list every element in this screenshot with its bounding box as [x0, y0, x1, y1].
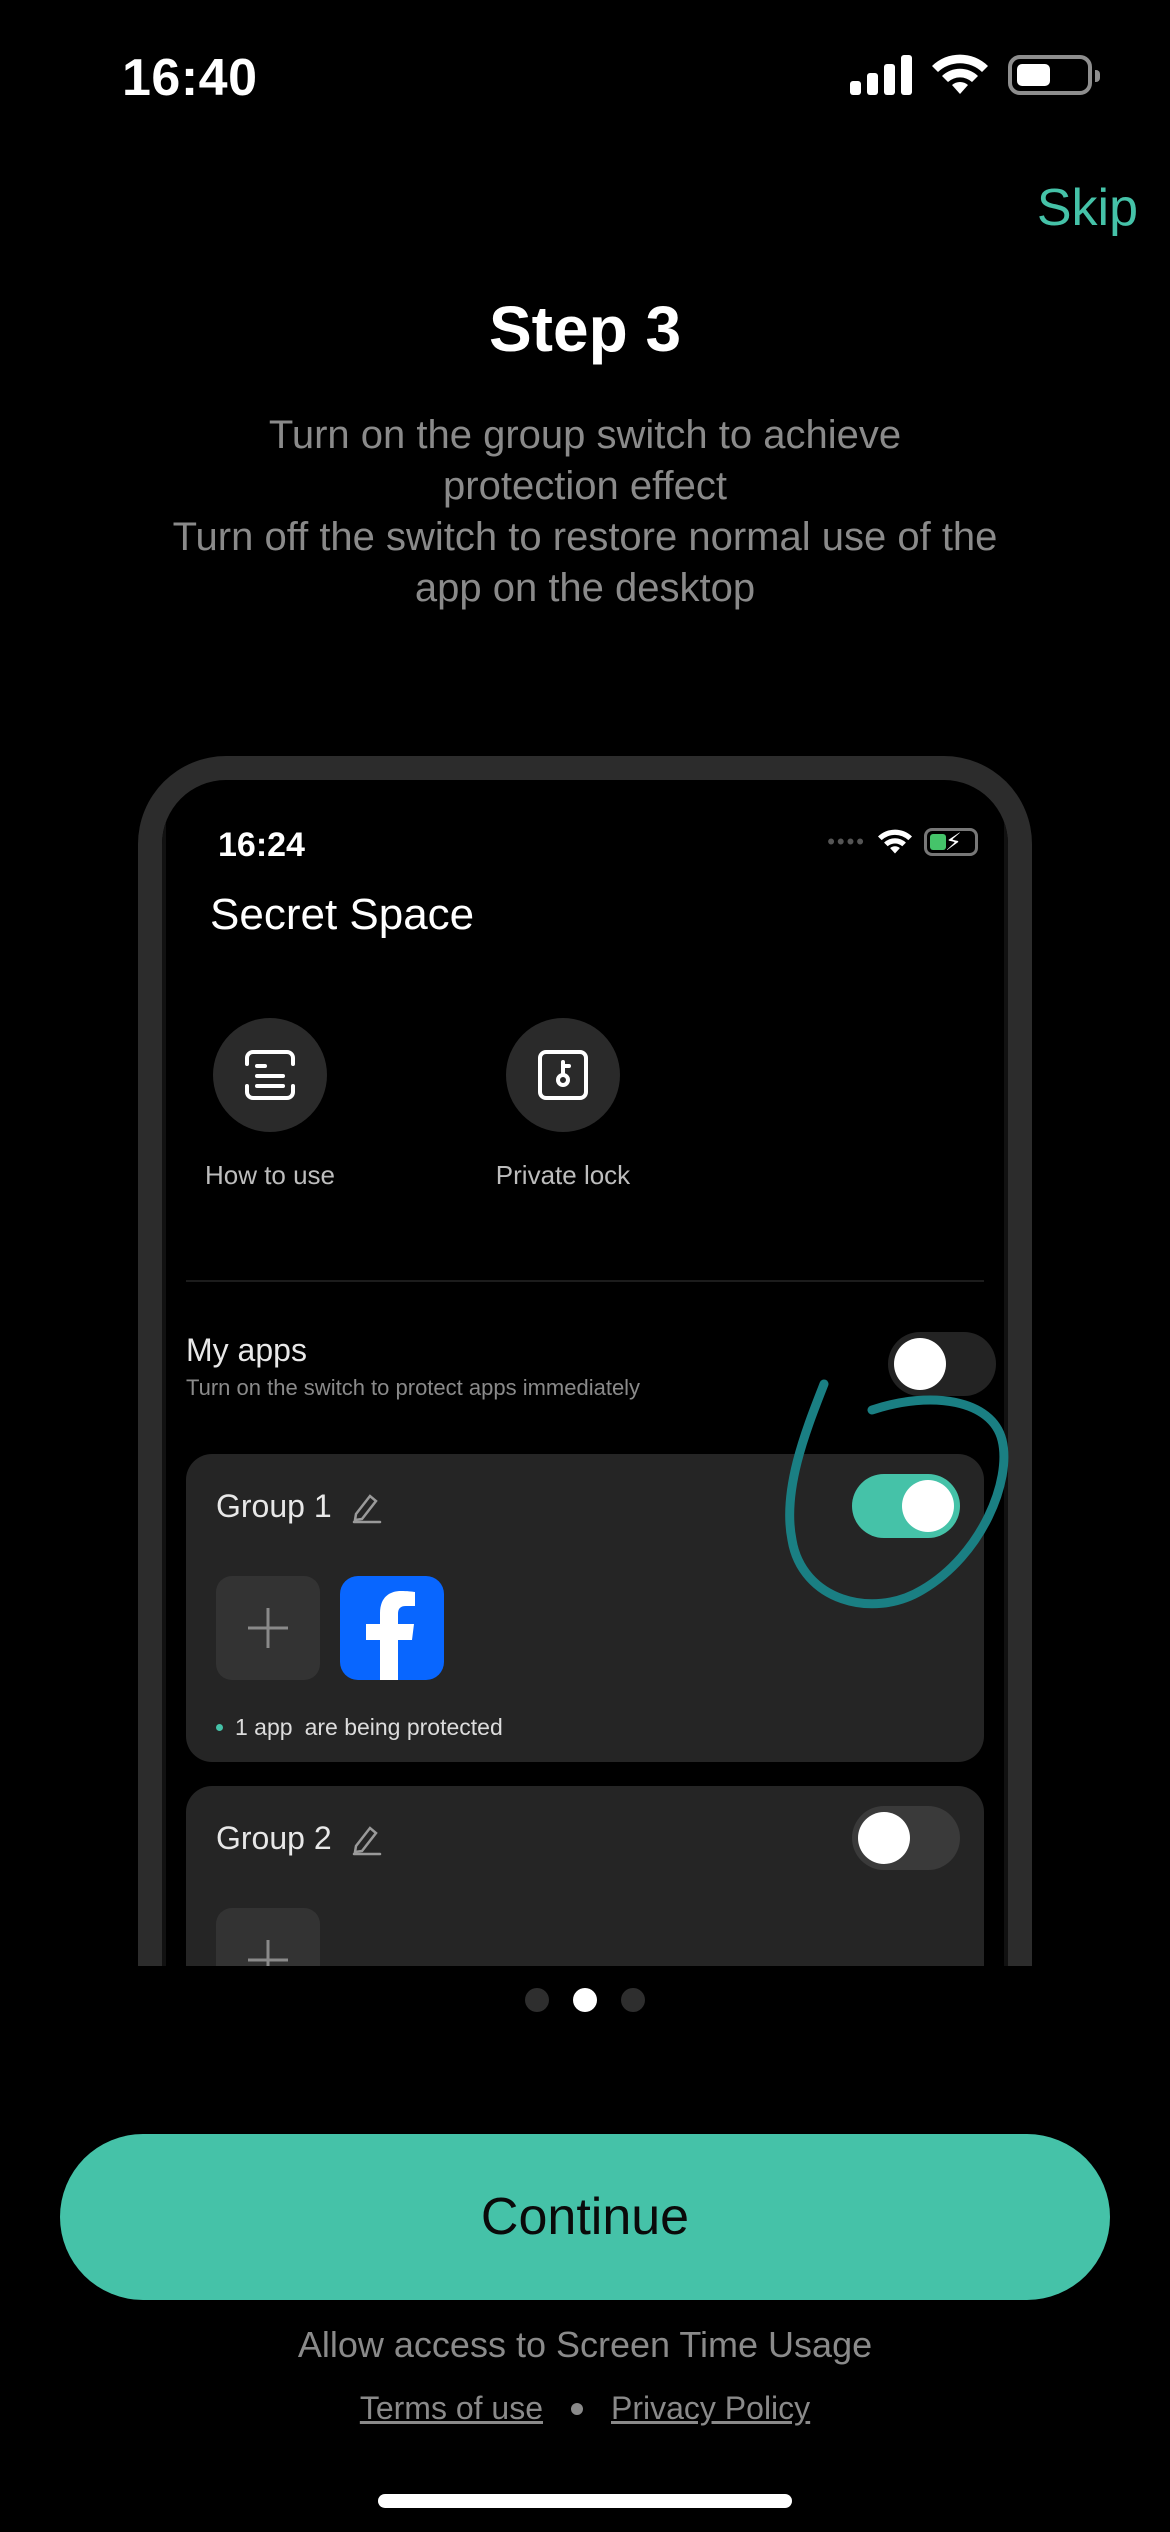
step-description-line: protection effect: [443, 464, 727, 508]
guide-icon: [213, 1018, 327, 1132]
battery-icon: [1008, 55, 1100, 95]
page-dot-active[interactable]: [573, 1988, 597, 2012]
group-title: Group 1: [216, 1488, 384, 1525]
my-apps-subtitle: Turn on the switch to protect apps immed…: [186, 1375, 641, 1400]
group-card: Group 2: [186, 1786, 984, 1966]
mockup-battery-icon: ⚡: [924, 828, 978, 856]
step-description: Turn on the group switch to achieve prot…: [100, 410, 1070, 614]
mockup-status-icons: •••• ⚡: [827, 828, 978, 856]
separator-dot: [571, 2402, 583, 2415]
group-name: Group 2: [216, 1820, 332, 1856]
wifi-icon: [932, 54, 988, 94]
protection-status: 1 app are being protected: [216, 1714, 503, 1741]
status-icons: [850, 54, 1100, 96]
signal-dots-icon: ••••: [827, 829, 866, 854]
mockup-wifi-icon: [878, 829, 912, 854]
group-card: Group 1 1 app are being protected: [186, 1454, 984, 1762]
status-time: 16:40: [122, 49, 258, 107]
step-description-line: app on the desktop: [414, 566, 756, 610]
add-app-button: [216, 1908, 320, 1966]
legal-links: Terms of use Privacy Policy: [0, 2390, 1170, 2427]
how-to-use-button: How to use: [162, 1018, 380, 1191]
lock-icon: [506, 1018, 620, 1132]
edit-pencil-icon: [352, 1493, 381, 1523]
add-app-button: [216, 1576, 320, 1680]
step-description-line: Turn on the group switch to achieve: [268, 413, 902, 457]
divider: [186, 1280, 984, 1282]
phone-mockup: 16:24 •••• ⚡ Secret Space How to use Pri…: [138, 756, 1032, 1966]
protected-label: are being protected: [304, 1714, 503, 1740]
my-apps-header: My apps Turn on the switch to protect ap…: [186, 1332, 640, 1401]
step-title: Step 3: [488, 293, 682, 365]
step-description-line: Turn off the switch to restore normal us…: [172, 515, 998, 559]
screen-time-access-text: Allow access to Screen Time Usage: [297, 2324, 873, 2365]
my-apps-toggle: [888, 1332, 996, 1396]
page-dot[interactable]: [525, 1988, 549, 2012]
private-lock-button: Private lock: [453, 1018, 673, 1191]
cellular-signal-icon: [850, 55, 912, 95]
page-indicator: [0, 1988, 1170, 2012]
facebook-icon: [340, 1576, 444, 1680]
home-indicator[interactable]: [378, 2494, 792, 2508]
protected-count: 1 app: [235, 1714, 293, 1740]
my-apps-title: My apps: [186, 1332, 307, 1368]
privacy-policy-link[interactable]: Privacy Policy: [611, 2390, 810, 2427]
page-dot[interactable]: [621, 1988, 645, 2012]
mockup-status-time: 16:24: [218, 826, 305, 864]
edit-pencil-icon: [352, 1825, 381, 1855]
group-name: Group 1: [216, 1488, 332, 1524]
quick-action-label: How to use: [204, 1160, 336, 1190]
group-1-toggle: [852, 1474, 960, 1538]
continue-button[interactable]: Continue: [60, 2134, 1110, 2300]
terms-of-use-link[interactable]: Terms of use: [360, 2390, 543, 2427]
mockup-screen: 16:24 •••• ⚡ Secret Space How to use Pri…: [162, 780, 1008, 1966]
quick-action-label: Private lock: [495, 1160, 631, 1190]
group-2-toggle: [852, 1806, 960, 1870]
plus-icon: [248, 1608, 288, 1648]
group-title: Group 2: [216, 1820, 384, 1857]
status-dot: [216, 1724, 223, 1731]
plus-icon: [248, 1940, 288, 1966]
skip-button[interactable]: Skip: [1037, 178, 1138, 238]
mockup-title: Secret Space: [210, 890, 475, 939]
